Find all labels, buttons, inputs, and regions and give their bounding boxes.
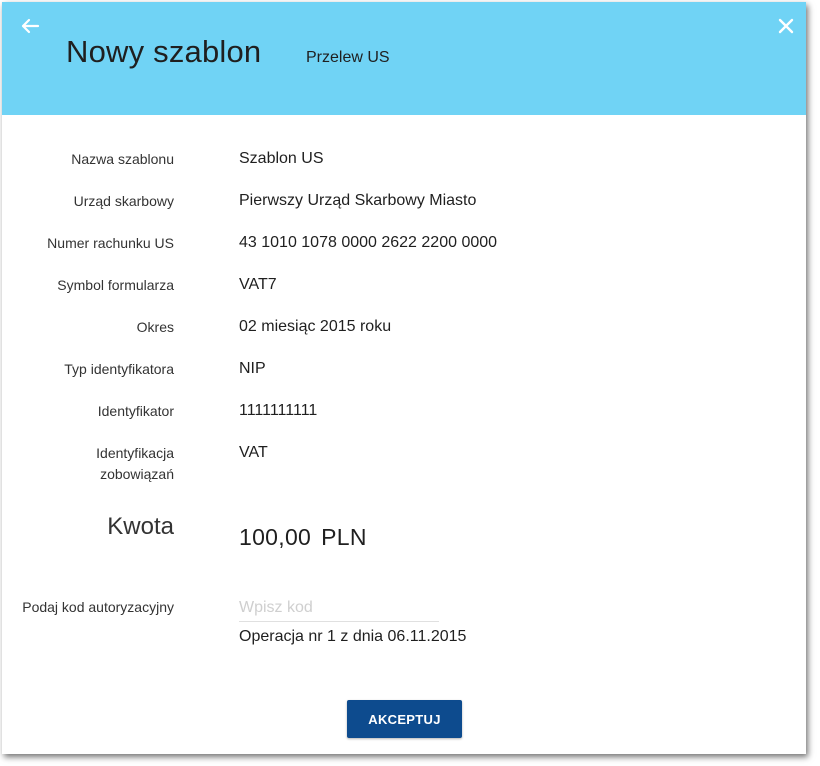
field-label: Symbol formularza — [57, 277, 174, 293]
field-label: Nazwa szablonu — [71, 151, 174, 167]
field-label: Urząd skarbowy — [73, 193, 174, 209]
auth-code-input[interactable] — [239, 595, 439, 622]
field-value: VAT — [239, 444, 268, 461]
page-title: Nowy szablon — [66, 34, 262, 69]
template-modal: Nowy szablon Przelew US Nazwa szablonu S… — [2, 2, 806, 754]
field-label: Identyfikator — [97, 403, 174, 419]
field-label: Numer rachunku US — [47, 235, 174, 251]
field-label-line: zobowiązań — [100, 466, 174, 482]
amount-value: 100,00 PLN — [239, 524, 367, 551]
field-label: Okres — [136, 319, 174, 335]
accept-button[interactable]: AKCEPTUJ — [347, 700, 462, 738]
close-icon[interactable] — [772, 12, 800, 40]
field-value: 02 miesiąc 2015 roku — [239, 318, 392, 335]
field-label-line: Identyfikacja — [96, 445, 174, 461]
field-value: NIP — [239, 360, 266, 377]
operation-info: Operacja nr 1 z dnia 06.11.2015 — [239, 628, 467, 645]
field-value: Szablon US — [239, 150, 324, 167]
arrow-left-icon[interactable] — [16, 12, 44, 40]
auth-code-label: Podaj kod autoryzacyjny — [22, 599, 174, 615]
field-label: Typ identyfikatora — [64, 361, 174, 377]
amount-label: Kwota — [107, 513, 174, 540]
field-value: 43 1010 1078 0000 2622 2200 0000 — [239, 234, 498, 251]
page-subtitle: Przelew US — [306, 49, 390, 66]
field-value: Pierwszy Urząd Skarbowy Miasto — [239, 192, 477, 209]
field-label: Identyfikacja zobowiązań — [96, 443, 174, 485]
amount-currency: PLN — [321, 524, 367, 550]
field-value: VAT7 — [239, 276, 277, 293]
modal-header: Nowy szablon Przelew US — [2, 2, 806, 115]
amount-number: 100,00 — [239, 524, 312, 550]
field-value: 1111111111 — [239, 402, 318, 419]
